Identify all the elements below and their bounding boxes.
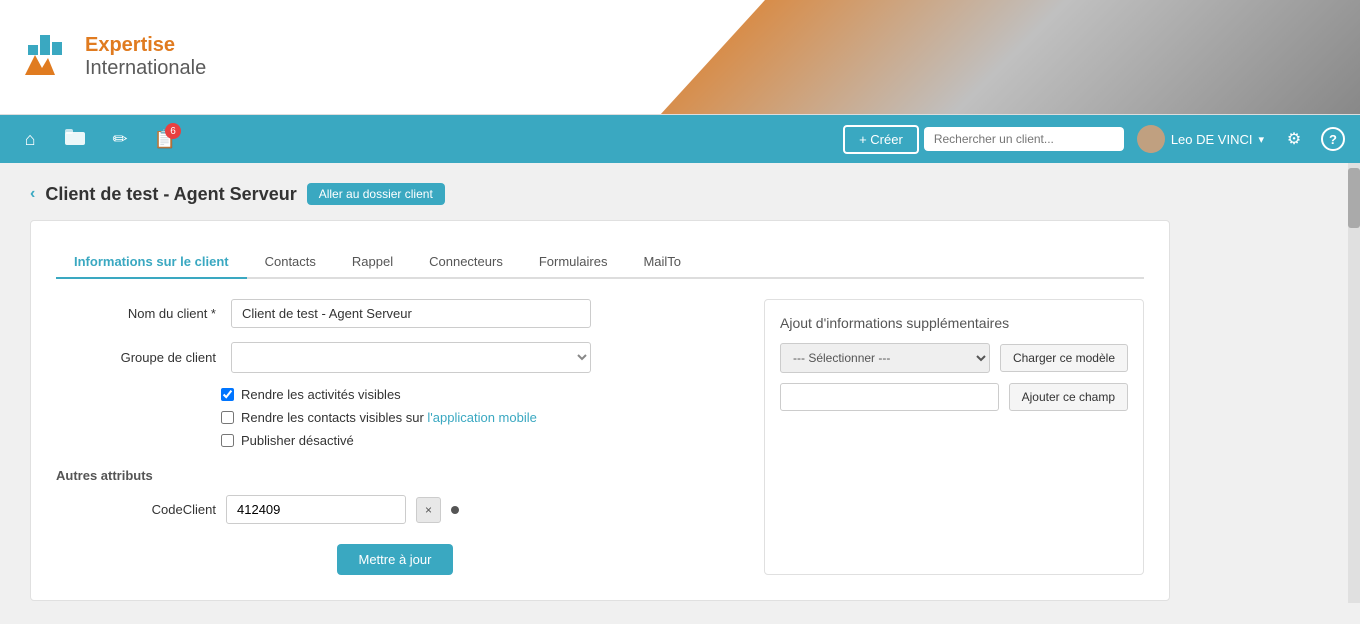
form-panel: Informations sur le client Contacts Rapp… (30, 220, 1170, 601)
codeclient-row: CodeClient × (56, 495, 734, 524)
header-banner: Expertise Internationale (0, 0, 1360, 115)
scrollbar-thumb[interactable] (1348, 168, 1360, 228)
right-panel-select[interactable]: --- Sélectionner --- (780, 343, 990, 373)
gear-icon: ⚙ (1287, 129, 1301, 149)
logo-line2: Internationale (85, 57, 206, 80)
nav-home-btn[interactable]: ⌂ (10, 119, 50, 159)
header-bg-image (660, 0, 1360, 115)
right-panel-select-row: --- Sélectionner --- Charger ce modèle (780, 343, 1128, 373)
autres-title: Autres attributs (56, 468, 734, 483)
right-panel: Ajout d'informations supplémentaires ---… (764, 299, 1144, 575)
checkbox-contacts-mobile-text: Rendre les contacts visibles sur (241, 410, 427, 425)
app-mobile-link[interactable]: l'application mobile (427, 410, 536, 425)
nav-badge: 6 (165, 123, 181, 139)
page-title: Client de test - Agent Serveur (45, 184, 296, 205)
create-button[interactable]: + Créer (843, 125, 919, 154)
tab-formulaires[interactable]: Formulaires (521, 246, 626, 279)
autres-attributs: Autres attributs CodeClient × (56, 468, 734, 524)
tab-rappel[interactable]: Rappel (334, 246, 411, 279)
checkbox-contacts-mobile-label: Rendre les contacts visibles sur l'appli… (241, 410, 537, 425)
nav-clipboard-btn[interactable]: 📋 6 (145, 119, 185, 159)
navbar: ⌂ ✏ 📋 6 + Créer Leo DE VINCI ▾ ⚙ ? (0, 115, 1360, 163)
user-menu[interactable]: Leo DE VINCI ▾ (1129, 121, 1272, 157)
groupe-label: Groupe de client (56, 350, 216, 365)
nom-row: Nom du client * (56, 299, 734, 328)
tab-info[interactable]: Informations sur le client (56, 246, 247, 279)
nom-input[interactable] (231, 299, 591, 328)
groupe-select[interactable] (231, 342, 591, 373)
back-button[interactable]: ‹ (30, 185, 35, 203)
ajouter-champ-btn[interactable]: Ajouter ce champ (1009, 383, 1128, 411)
left-column: Nom du client * Groupe de client Rendre … (56, 299, 734, 575)
checkbox-contacts-mobile: Rendre les contacts visibles sur l'appli… (221, 410, 734, 425)
nav-pen-btn[interactable]: ✏ (100, 119, 140, 159)
dossier-button[interactable]: Aller au dossier client (307, 183, 445, 205)
codeclient-clear-btn[interactable]: × (416, 497, 441, 523)
checkbox-activites-label: Rendre les activités visibles (241, 387, 401, 402)
main-content: ‹ Client de test - Agent Serveur Aller a… (0, 163, 1200, 621)
codeclient-label: CodeClient (56, 502, 216, 517)
codeclient-input[interactable] (226, 495, 406, 524)
charger-modele-btn[interactable]: Charger ce modèle (1000, 344, 1128, 372)
settings-btn[interactable]: ⚙ (1277, 122, 1311, 156)
logo-line1: Expertise (85, 34, 206, 57)
folder-icon (65, 129, 85, 150)
right-panel-input[interactable] (780, 383, 999, 411)
checkboxes-section: Rendre les activités visibles Rendre les… (56, 387, 734, 448)
two-col-layout: Nom du client * Groupe de client Rendre … (56, 299, 1144, 575)
checkbox-publisher-label: Publisher désactivé (241, 433, 354, 448)
times-icon: × (425, 503, 432, 517)
update-button[interactable]: Mettre à jour (337, 544, 454, 575)
scrollbar[interactable] (1348, 163, 1360, 603)
right-panel-title: Ajout d'informations supplémentaires (780, 315, 1128, 331)
pen-icon: ✏ (112, 129, 127, 150)
attr-dot-indicator (451, 506, 459, 514)
tabs: Informations sur le client Contacts Rapp… (56, 246, 1144, 279)
help-icon: ? (1321, 127, 1345, 151)
tab-mailto[interactable]: MailTo (625, 246, 699, 279)
breadcrumb: ‹ Client de test - Agent Serveur Aller a… (30, 183, 1170, 205)
checkbox-publisher: Publisher désactivé (221, 433, 734, 448)
checkbox-publisher-input[interactable] (221, 434, 234, 447)
user-chevron-icon: ▾ (1258, 133, 1264, 146)
right-panel-input-row: Ajouter ce champ (780, 383, 1128, 411)
checkbox-contacts-mobile-input[interactable] (221, 411, 234, 424)
nav-folder-btn[interactable] (55, 119, 95, 159)
checkbox-activites-input[interactable] (221, 388, 234, 401)
avatar (1137, 125, 1165, 153)
home-icon: ⌂ (25, 129, 36, 150)
nom-label: Nom du client * (56, 306, 216, 321)
logo-text: Expertise Internationale (85, 34, 206, 80)
groupe-row: Groupe de client (56, 342, 734, 373)
checkbox-activites: Rendre les activités visibles (221, 387, 734, 402)
search-input[interactable] (924, 127, 1124, 151)
tab-connecteurs[interactable]: Connecteurs (411, 246, 521, 279)
logo-icon (20, 30, 75, 85)
tab-contacts[interactable]: Contacts (247, 246, 334, 279)
help-btn[interactable]: ? (1316, 122, 1350, 156)
user-name: Leo DE VINCI (1171, 132, 1253, 147)
logo: Expertise Internationale (0, 30, 206, 85)
